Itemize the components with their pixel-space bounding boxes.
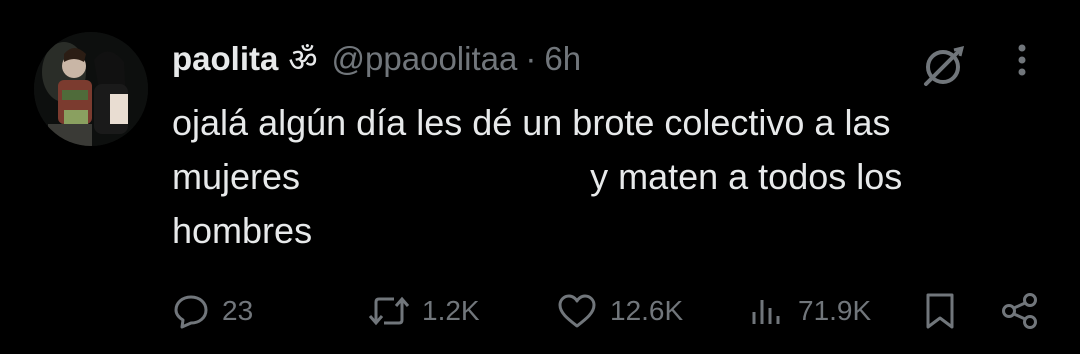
views-count: 71.9K [798,295,872,326]
repost-button[interactable]: 1.2K [368,286,480,336]
timestamp[interactable]: 6h [544,40,581,78]
name-emoji: ॐ [288,41,318,78]
tweet-actions: 23 1.2K 12.6K 71.9K [170,286,1050,336]
bookmark-icon [926,293,954,329]
like-button[interactable]: 12.6K [556,286,683,336]
tweet-header: paolita ॐ @ppaoolitaa · 6h [172,36,581,82]
bookmark-button[interactable] [922,286,958,336]
views-button[interactable]: 71.9K [750,286,871,336]
tweet-text: ojalá algún día les dé un brote colectiv… [172,96,1052,258]
avatar[interactable] [34,32,148,146]
repost-count: 1.2K [422,295,480,326]
more-vertical-icon [1018,44,1026,76]
avatar-photo [34,32,148,146]
separator-dot: · [525,40,537,77]
share-icon [1002,293,1037,329]
tweet-text-line: mujeres y maten a todos los [172,156,903,197]
grok-button[interactable] [918,42,968,92]
like-count: 12.6K [610,295,684,326]
user-handle[interactable]: @ppaoolitaa [332,40,518,78]
display-name[interactable]: paolita [172,40,278,78]
reply-icon [174,295,208,329]
more-options-button[interactable] [1010,42,1034,82]
reply-count: 23 [222,295,254,326]
tweet-text-line: hombres [172,210,313,251]
repost-icon [368,296,410,326]
grok-icon [924,45,965,86]
heart-icon [558,294,596,328]
reply-button[interactable]: 23 [172,286,253,336]
tweet-text-line: ojalá algún día les dé un brote colectiv… [172,102,891,143]
share-button[interactable] [1000,286,1040,336]
views-chart-icon [752,300,780,324]
